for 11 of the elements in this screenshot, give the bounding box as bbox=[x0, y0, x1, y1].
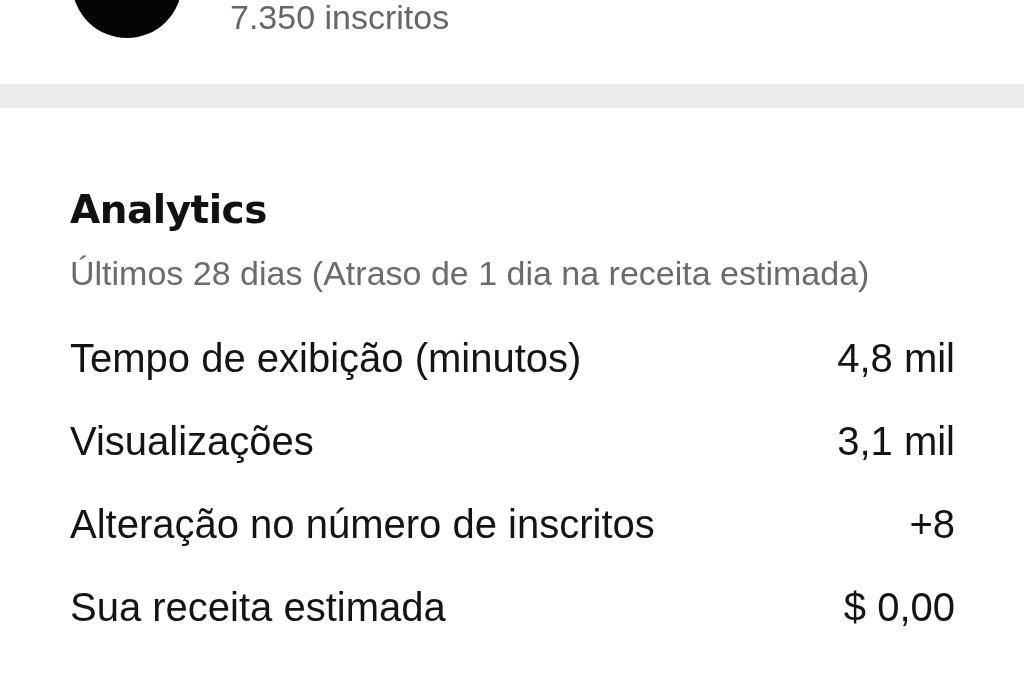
metric-value: +8 bbox=[909, 500, 955, 548]
metric-label: Alteração no número de inscritos bbox=[70, 500, 655, 548]
metric-value: $ 0,00 bbox=[843, 583, 955, 631]
subscriber-count: 7.350 inscritos bbox=[230, 0, 450, 37]
metric-value: 4,8 mil bbox=[837, 334, 955, 382]
analytics-title: Analytics bbox=[70, 186, 267, 234]
metric-value: 3,1 mil bbox=[837, 417, 955, 465]
metric-label: Tempo de exibição (minutos) bbox=[70, 334, 582, 382]
analytics-subtitle: Últimos 28 dias (Atraso de 1 dia na receita estimada) bbox=[70, 253, 870, 293]
metric-label: Sua receita estimada bbox=[70, 583, 446, 631]
metric-label: Visualizações bbox=[70, 417, 314, 465]
